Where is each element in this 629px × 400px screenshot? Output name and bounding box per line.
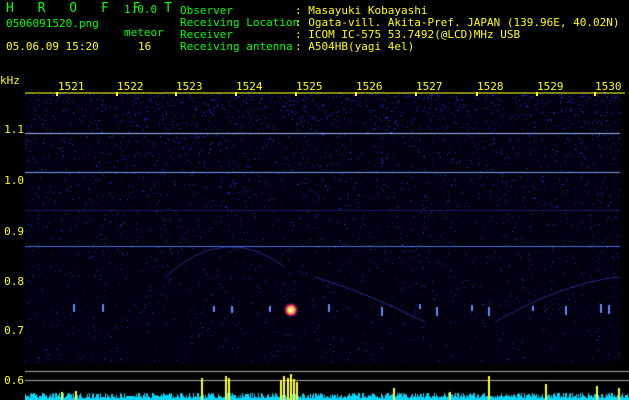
app-version: 1.0.0 — [124, 3, 158, 16]
y-tick-label: 1.1 — [4, 123, 24, 136]
y-tick-label: 0.6 — [4, 374, 24, 387]
y-axis-unit: kHz — [0, 74, 20, 87]
antenna-label: Receiving antenna — [180, 40, 293, 53]
date-time: 05.06.09 15:20 — [6, 40, 99, 53]
y-tick-label: 0.9 — [4, 225, 24, 238]
file-name: 0506091520.png — [6, 17, 99, 30]
antenna-value: : A504HB(yagi 4el) — [295, 40, 415, 53]
y-tick-label: 0.8 — [4, 275, 24, 288]
minute-tick-strip — [25, 92, 625, 96]
meteor-count: 16 — [138, 40, 152, 53]
y-tick-label: 1.0 — [4, 174, 24, 187]
signal-level-panel — [25, 364, 629, 400]
y-tick-label: 0.7 — [4, 324, 24, 337]
spectrogram-display — [25, 92, 620, 364]
mode-label: meteor — [124, 26, 164, 39]
